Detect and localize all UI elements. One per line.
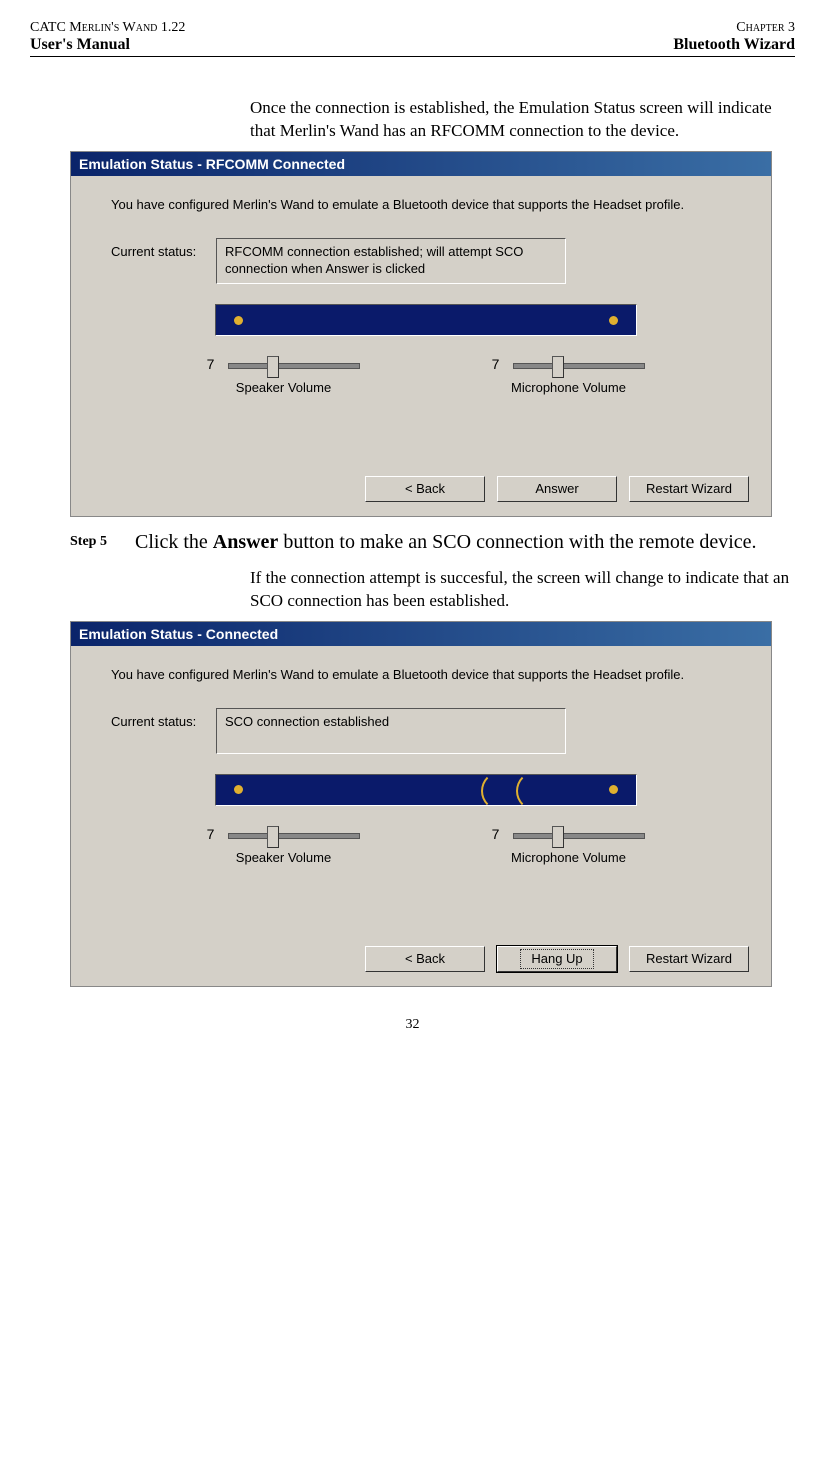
speaker-volume-label: Speaker Volume xyxy=(236,380,331,395)
current-status-row: Current status: SCO connection establish… xyxy=(111,708,741,754)
current-status-value: SCO connection established xyxy=(216,708,566,754)
page-header-top: CATC Merlin's Wand 1.22 Chapter 3 xyxy=(30,20,795,36)
volume-sliders-row: 7 Speaker Volume 7 Microphone Volume xyxy=(111,356,741,395)
emulation-status-dialog-connected: Emulation Status - Connected You have co… xyxy=(70,621,772,987)
paragraph-2: If the connection attempt is succesful, … xyxy=(250,567,795,613)
dialog-body: You have configured Merlin's Wand to emu… xyxy=(71,646,771,986)
current-status-label: Current status: xyxy=(111,708,216,729)
connection-progress-bar xyxy=(215,304,637,336)
speaker-volume-value: 7 xyxy=(207,826,215,842)
step-5-label: Step 5 xyxy=(30,529,135,555)
emulation-status-dialog-rfcomm: Emulation Status - RFCOMM Connected You … xyxy=(70,151,772,517)
page-number: 32 xyxy=(30,1017,795,1033)
header-left-sub: User's Manual xyxy=(30,36,130,54)
microphone-volume-value: 7 xyxy=(492,356,500,372)
endpoint-dot-icon xyxy=(234,785,243,794)
restart-wizard-button[interactable]: Restart Wizard xyxy=(629,476,749,502)
slider-thumb-icon[interactable] xyxy=(552,356,564,378)
page-header-sub: User's Manual Bluetooth Wizard xyxy=(30,36,795,57)
endpoint-dot-icon xyxy=(609,785,618,794)
current-status-value: RFCOMM connection established; will atte… xyxy=(216,238,566,284)
endpoint-dot-icon xyxy=(609,316,618,325)
dialog-intro-text: You have configured Merlin's Wand to emu… xyxy=(111,666,741,684)
header-right-sub: Bluetooth Wizard xyxy=(673,36,795,54)
restart-wizard-button[interactable]: Restart Wizard xyxy=(629,946,749,972)
back-button[interactable]: < Back xyxy=(365,476,485,502)
volume-sliders-row: 7 Speaker Volume 7 Microphone Volume xyxy=(111,826,741,865)
microphone-volume-group: 7 Microphone Volume xyxy=(469,826,669,865)
current-status-label: Current status: xyxy=(111,238,216,259)
connection-progress-bar xyxy=(215,774,637,806)
dialog-button-row: < Back Answer Restart Wizard xyxy=(365,476,749,502)
current-status-row: Current status: RFCOMM connection establ… xyxy=(111,238,741,284)
step-5-row: Step 5 Click the Answer button to make a… xyxy=(30,529,795,555)
step-5-text: Click the Answer button to make an SCO c… xyxy=(135,529,795,555)
header-right-top: Chapter 3 xyxy=(736,20,795,36)
dialog-button-row: < Back Hang Up Restart Wizard xyxy=(365,946,749,972)
speaker-volume-slider[interactable] xyxy=(228,363,360,369)
speaker-volume-label: Speaker Volume xyxy=(236,850,331,865)
speaker-volume-value: 7 xyxy=(207,356,215,372)
microphone-volume-label: Microphone Volume xyxy=(511,380,626,395)
dialog-titlebar: Emulation Status - Connected xyxy=(71,622,771,646)
microphone-volume-slider[interactable] xyxy=(513,833,645,839)
dialog-intro-text: You have configured Merlin's Wand to emu… xyxy=(111,196,741,214)
dialog-body: You have configured Merlin's Wand to emu… xyxy=(71,176,771,516)
signal-arc-icon xyxy=(516,771,556,811)
endpoint-dot-icon xyxy=(234,316,243,325)
speaker-volume-group: 7 Speaker Volume xyxy=(184,356,384,395)
microphone-volume-group: 7 Microphone Volume xyxy=(469,356,669,395)
microphone-volume-label: Microphone Volume xyxy=(511,850,626,865)
header-left-top: CATC Merlin's Wand 1.22 xyxy=(30,20,185,36)
answer-button[interactable]: Answer xyxy=(497,476,617,502)
back-button[interactable]: < Back xyxy=(365,946,485,972)
signal-arc-icon xyxy=(481,771,521,811)
speaker-volume-group: 7 Speaker Volume xyxy=(184,826,384,865)
dialog-titlebar: Emulation Status - RFCOMM Connected xyxy=(71,152,771,176)
paragraph-1: Once the connection is established, the … xyxy=(250,97,795,143)
hang-up-button[interactable]: Hang Up xyxy=(497,946,617,972)
speaker-volume-slider[interactable] xyxy=(228,833,360,839)
slider-thumb-icon[interactable] xyxy=(267,826,279,848)
microphone-volume-value: 7 xyxy=(492,826,500,842)
slider-thumb-icon[interactable] xyxy=(552,826,564,848)
microphone-volume-slider[interactable] xyxy=(513,363,645,369)
slider-thumb-icon[interactable] xyxy=(267,356,279,378)
